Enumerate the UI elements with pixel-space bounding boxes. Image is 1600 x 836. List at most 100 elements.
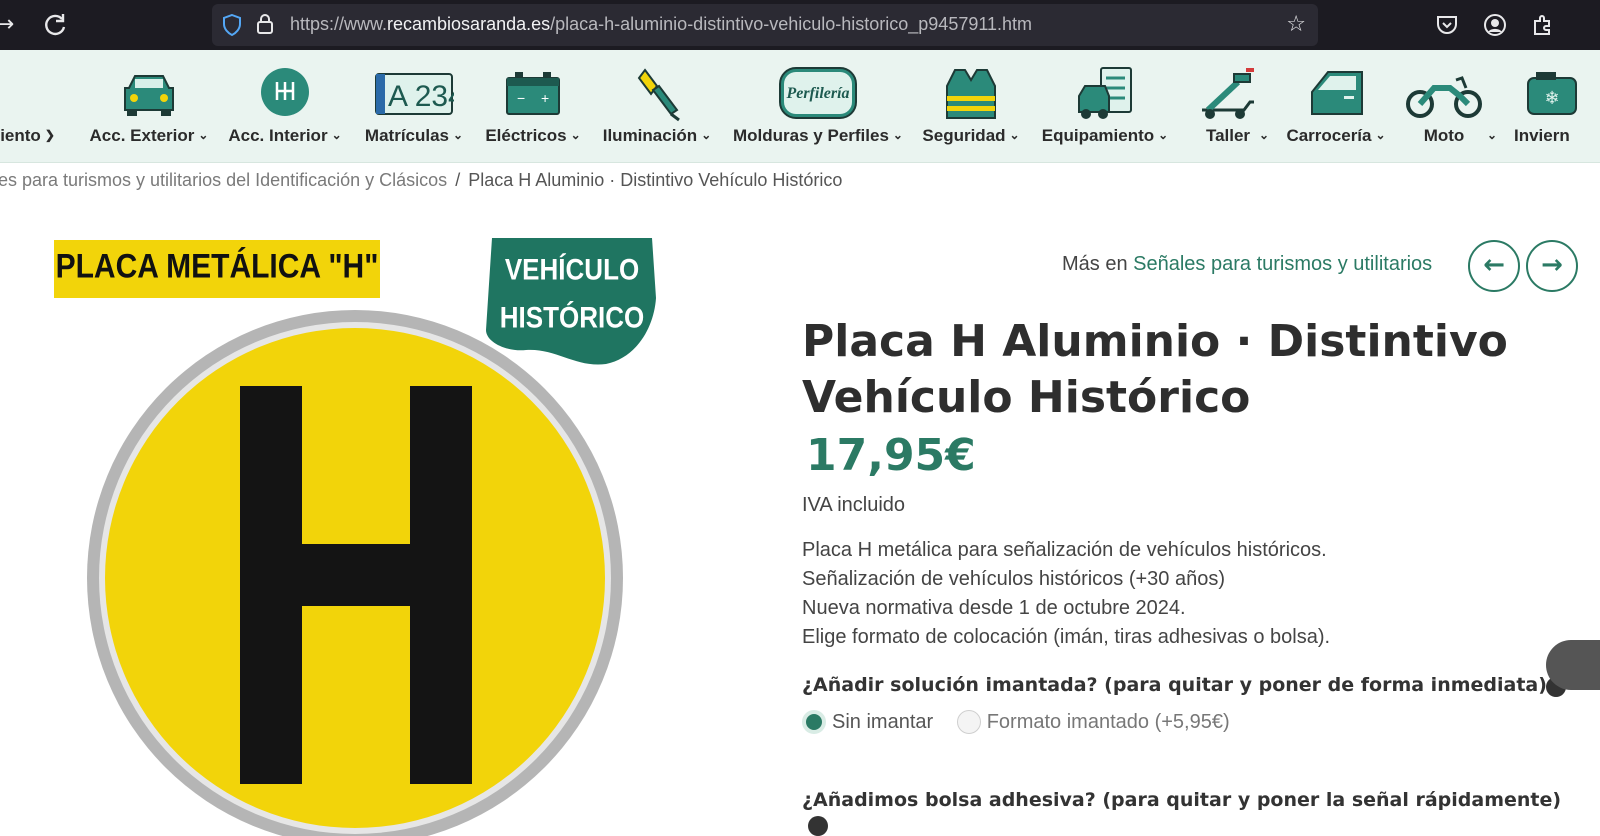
jack-icon [1198, 66, 1258, 122]
pocket-icon[interactable] [1434, 12, 1460, 38]
tracking-shield-icon[interactable] [222, 13, 242, 37]
chevron-down-icon: ⌄ [331, 128, 342, 142]
nav-label: Matrículas [364, 126, 450, 145]
option-magnet[interactable]: Formato imantado (+5,95€) [956, 710, 1230, 734]
breadcrumb-current: Placa H Aluminio · Distintivo Vehículo H… [468, 170, 843, 190]
chevron-down-icon: ⌄ [1486, 128, 1498, 142]
nav-item-molduras-perfiles[interactable]: Perfilería Molduras y Perfiles ⌄ [726, 50, 910, 162]
perfileria-badge-icon: Perfilería [778, 66, 858, 122]
category-link[interactable]: Señales para turismos y utilitarios [1133, 253, 1432, 275]
nav-label: Taller [1205, 126, 1251, 145]
nav-item-acc-exterior[interactable]: Acc. Exterior ⌄ [84, 50, 214, 162]
radio-bag-option[interactable] [808, 816, 828, 836]
reload-icon[interactable] [40, 10, 70, 40]
svg-text:Perfilería: Perfilería [785, 85, 849, 102]
breadcrumb-link[interactable]: les para turismos y utilitarios del Iden… [0, 170, 447, 190]
chevron-down-icon: ⌄ [1375, 128, 1386, 142]
svg-text:❄: ❄ [1544, 88, 1559, 109]
safety-vest-icon [941, 66, 1001, 122]
description-line: Placa H metálica para señalización de ve… [802, 539, 1327, 561]
gear-knob-icon [255, 66, 315, 122]
magnet-question: ¿Añadir solución imantada? (para quitar … [802, 674, 1547, 696]
option-no-magnet-label: Sin imantar [832, 710, 934, 733]
more-in-category: Más en Señales para turismos y utilitari… [1062, 253, 1432, 276]
forward-icon[interactable]: → [0, 10, 20, 40]
nav-item-moto-chevron[interactable]: ⌄ [1480, 50, 1500, 162]
option-no-magnet[interactable]: Sin imantar [802, 710, 933, 734]
nav-item-matriculas[interactable]: A 234 Matrículas⌄ [358, 50, 470, 162]
nav-item-seguridad[interactable]: Seguridad ⌄ [916, 50, 1026, 162]
nav-label: Acc. Interior [228, 126, 328, 145]
product-image[interactable]: PLACA METÁLICA "H" VEHÍCULO HISTÓRICO [54, 238, 658, 836]
chevron-down-icon: ⌄ [453, 128, 464, 142]
nav-item-iluminacion[interactable]: Iluminación ⌄ [596, 50, 718, 162]
nav-item-alumbrado[interactable]: miento❯ [0, 50, 80, 162]
nav-item-acc-interior[interactable]: Acc. Interior ⌄ [222, 50, 348, 162]
nav-item-electricos[interactable]: − + Eléctricos ⌄ [478, 50, 588, 162]
car-door-icon [1306, 66, 1366, 122]
adhesive-bag-question: ¿Añadimos bolsa adhesiva? (para quitar y… [802, 789, 1562, 811]
nav-label: Seguridad [922, 126, 1006, 145]
account-icon[interactable] [1482, 12, 1508, 38]
description-line: Elige formato de colocación (imán, tiras… [802, 626, 1331, 648]
nav-item-taller-chevron[interactable]: ⌄ [1252, 50, 1272, 162]
extensions-icon[interactable] [1530, 12, 1556, 38]
url-text[interactable]: https://www.recambiosaranda.es/placa-h-a… [290, 14, 1032, 35]
chevron-down-icon: ⌄ [1009, 128, 1020, 142]
nav-label: Iluminación [602, 126, 698, 145]
car-checklist-icon [1075, 66, 1135, 122]
arrow-right-icon: → [1541, 250, 1563, 280]
breadcrumb: les para turismos y utilitarios del Iden… [0, 170, 842, 191]
chevron-down-icon: ⌄ [570, 128, 581, 142]
chevron-down-icon: ⌄ [1158, 128, 1169, 142]
chevron-down-icon: ⌄ [1258, 128, 1270, 142]
category-nav: miento❯ Acc. Exterior⌄ Acc. Interior⌄ A … [0, 50, 1600, 163]
nav-item-invierno[interactable]: ❄ Inviern [1510, 50, 1600, 162]
metal-plate-tag: PLACA METÁLICA "H" [54, 240, 380, 298]
radio-magnet[interactable] [956, 710, 981, 734]
tag-right-line1: VEHÍCULO [504, 251, 640, 287]
motorcycle-icon [1404, 66, 1484, 122]
nav-label: Carrocería [1286, 126, 1372, 145]
nav-item-moto[interactable]: Moto [1398, 50, 1490, 162]
address-bar[interactable]: https://www.recambiosaranda.es/placa-h-a… [212, 4, 1318, 46]
nav-label: Inviern [1514, 126, 1570, 145]
battery-icon: − + [503, 66, 563, 122]
winter-icon: ❄ [1526, 66, 1586, 122]
more-in-prefix: Más en [1062, 253, 1128, 275]
svg-text:+: + [541, 90, 549, 106]
svg-text:A 234: A 234 [388, 80, 454, 113]
prev-product-button[interactable]: ← [1468, 240, 1520, 292]
nav-label: Molduras y Perfiles [733, 126, 889, 145]
browser-toolbar: → https://www.recambiosaranda.es/placa-h… [0, 0, 1600, 50]
description-line: Nueva normativa desde 1 de octubre 2024. [802, 597, 1186, 619]
bulb-icon [627, 66, 687, 122]
product-description: Placa H metálica para señalización de ve… [802, 536, 1330, 652]
svg-text:−: − [517, 90, 525, 106]
radio-no-magnet[interactable] [802, 710, 826, 734]
nav-label: miento [0, 126, 41, 145]
product-price: 17,95€ [806, 430, 976, 481]
magnet-options: Sin imantar Formato imantado (+5,95€) [802, 710, 1248, 740]
product-title: Placa H Aluminio · Distintivo Vehículo H… [802, 316, 1508, 423]
chevron-down-icon: ⌄ [892, 128, 903, 142]
arrow-left-icon: ← [1483, 250, 1505, 280]
nav-label: Equipamiento [1041, 126, 1155, 145]
chevron-down-icon: ⌄ [198, 128, 209, 142]
bookmark-star-icon[interactable]: ☆ [1286, 12, 1306, 37]
tag-right-line2: HISTÓRICO [499, 299, 645, 335]
nav-item-equipamiento[interactable]: Equipamiento ⌄ [1036, 50, 1174, 162]
option-magnet-label: Formato imantado (+5,95€) [986, 710, 1230, 733]
chevron-down-icon: ❯ [44, 128, 55, 142]
partial-icon [0, 66, 32, 122]
tag-left-text: PLACA METÁLICA "H" [55, 247, 379, 286]
car-front-icon [119, 66, 179, 122]
nav-item-carroceria[interactable]: Carrocería ⌄ [1280, 50, 1392, 162]
breadcrumb-separator: / [455, 170, 461, 190]
lock-icon[interactable] [256, 13, 274, 35]
description-line: Señalización de vehículos históricos (+3… [802, 568, 1226, 590]
license-plate-icon: A 234 [374, 66, 465, 122]
next-product-button[interactable]: → [1526, 240, 1578, 292]
tax-note: IVA incluido [802, 494, 906, 516]
floating-chat-button[interactable] [1546, 640, 1600, 690]
